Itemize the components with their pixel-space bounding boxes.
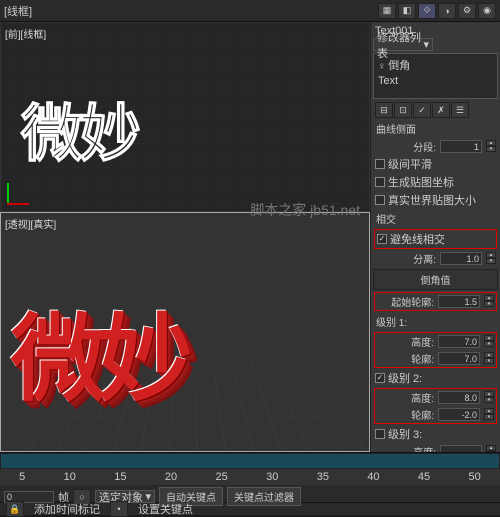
cb-genmap-label: 生成贴图坐标 xyxy=(388,174,454,190)
h1-btns[interactable]: ▴▾ xyxy=(484,335,494,348)
stack-unique-icon[interactable]: ✓ xyxy=(413,102,431,118)
bevel-header[interactable]: 倒角值 xyxy=(373,269,498,290)
h1-label: 高度: xyxy=(411,334,434,349)
modify-tab-icon[interactable]: ⟐ xyxy=(418,3,436,19)
segs-label: 分段: xyxy=(413,139,436,154)
modifier-dropdown[interactable]: 修改器列表▾ xyxy=(373,38,433,51)
modifier-stack[interactable]: ♀ 倒角 Text xyxy=(373,53,498,99)
h1-spinner[interactable]: 7.0 xyxy=(438,335,480,348)
stack-pin-icon[interactable]: ⊟ xyxy=(375,102,393,118)
h3-label: 高度: xyxy=(413,444,436,452)
stack-config-icon[interactable]: ☰ xyxy=(451,102,469,118)
start-outline-spinner[interactable]: 1.5 xyxy=(438,295,480,308)
cb-realworld[interactable] xyxy=(375,195,385,205)
cb-level2[interactable] xyxy=(375,373,385,383)
axis-gizmo xyxy=(7,175,37,205)
cb-avoid-label: 避免线相交 xyxy=(390,231,445,247)
cb-genmap[interactable] xyxy=(375,177,385,187)
level2-label: 级别 2: xyxy=(388,370,422,386)
timeline-ticks: 5101520253035404550 xyxy=(0,469,500,485)
o1-spinner[interactable]: 7.0 xyxy=(438,352,480,365)
o2-label: 轮廓: xyxy=(411,407,434,422)
stack-show-icon[interactable]: ⊡ xyxy=(394,102,412,118)
timeline-strip[interactable] xyxy=(0,453,500,469)
sep-spin-btns[interactable]: ▴▾ xyxy=(486,252,496,265)
tool-icon-6[interactable]: ◉ xyxy=(478,3,496,19)
h2-btns[interactable]: ▴▾ xyxy=(484,391,494,404)
view-mode-label: [线框] xyxy=(4,3,32,19)
wireframe-text: 微妙 xyxy=(21,83,137,173)
h3-spinner[interactable] xyxy=(440,445,482,452)
tool-icon-4[interactable]: ◑ xyxy=(438,3,456,19)
modifier-bevel[interactable]: ♀ 倒角 xyxy=(376,56,495,74)
section-intersect: 相交 xyxy=(373,209,498,228)
sep-spinner[interactable]: 1.0 xyxy=(440,252,482,265)
o1-label: 轮廓: xyxy=(411,351,434,366)
start-outline-btns[interactable]: ▴▾ xyxy=(484,295,494,308)
cb-smooth[interactable] xyxy=(375,159,385,169)
tool-icon-2[interactable]: ◧ xyxy=(398,3,416,19)
h2-label: 高度: xyxy=(411,390,434,405)
viewport-perspective[interactable]: [透视][真实] 微妙 xyxy=(0,212,370,452)
segs-spinner[interactable]: 1 xyxy=(440,140,482,153)
command-panel: Text001 修改器列表▾ ♀ 倒角 Text ⊟ ⊡ ✓ ✗ ☰ 曲线侧面 … xyxy=(370,22,500,452)
key-filter-button[interactable]: 关键点过滤器 xyxy=(227,487,301,506)
o2-btns[interactable]: ▴▾ xyxy=(484,408,494,421)
level3-label: 级别 3: xyxy=(388,426,422,442)
cb-avoid-intersect[interactable] xyxy=(377,234,387,244)
chevron-down-icon: ▾ xyxy=(423,38,429,51)
o2-spinner[interactable]: -2.0 xyxy=(438,408,480,421)
o1-btns[interactable]: ▴▾ xyxy=(484,352,494,365)
section-curve: 曲线侧面 xyxy=(373,119,498,138)
beveled-text: 微妙 xyxy=(11,283,185,420)
segs-spin-btns[interactable]: ▴▾ xyxy=(486,140,496,153)
sep-label: 分离: xyxy=(413,251,436,266)
tool-icon-5[interactable]: ⚙ xyxy=(458,3,476,19)
viewport-top-label: [前][线框] xyxy=(5,26,46,41)
cb-realworld-label: 真实世界贴图大小 xyxy=(388,192,476,208)
cb-smooth-label: 级间平滑 xyxy=(388,156,432,172)
cb-level3[interactable] xyxy=(375,429,385,439)
viewport-front[interactable]: [前][线框] 微妙 xyxy=(0,22,370,212)
tool-icon-1[interactable]: ▦ xyxy=(378,3,396,19)
modifier-text[interactable]: Text xyxy=(376,74,495,88)
watermark: 脚本之家 jb51.net xyxy=(250,200,360,220)
start-outline-label: 起始轮廓: xyxy=(391,294,434,309)
h3-btns[interactable]: ▴▾ xyxy=(486,445,496,452)
h2-spinner[interactable]: 8.0 xyxy=(438,391,480,404)
stack-remove-icon[interactable]: ✗ xyxy=(432,102,450,118)
level1-label: 级别 1: xyxy=(373,312,498,331)
viewport-bot-label: [透视][真实] xyxy=(5,216,56,231)
timeline: 5101520253035404550 0 帧 ○ 选定对象▾ 自动关键点 关键… xyxy=(0,452,500,502)
